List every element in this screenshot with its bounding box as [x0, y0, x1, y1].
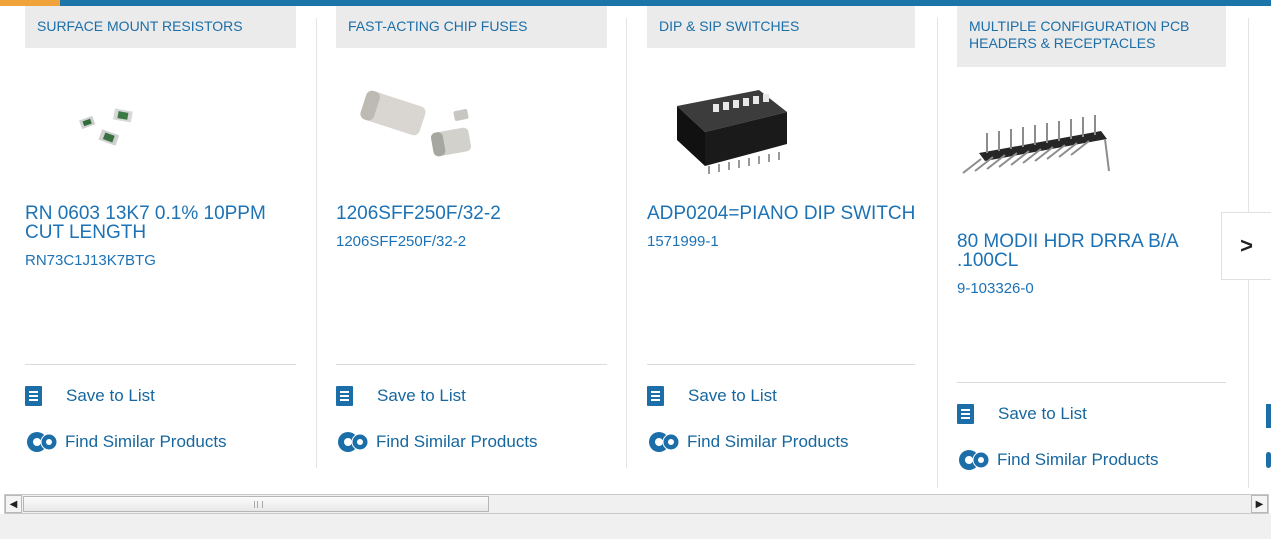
scroll-left-arrow[interactable]: ◀: [5, 495, 22, 513]
save-label: Save to List: [998, 404, 1087, 423]
find-similar-button[interactable]: Find Similar Products: [647, 430, 849, 454]
product-card: MULTIPLE CONFIGURATION PCB HEADERS & REC…: [957, 6, 1248, 470]
list-icon: [957, 404, 974, 424]
category-label[interactable]: DIP & SIP SWITCHES: [647, 6, 915, 48]
save-label: Save to List: [66, 386, 155, 405]
scroll-right-arrow[interactable]: ▶: [1251, 495, 1268, 513]
divider: [336, 364, 607, 365]
gears-icon: [336, 430, 370, 454]
product-image[interactable]: [25, 48, 316, 184]
category-label[interactable]: FAST-ACTING CHIP FUSES: [336, 6, 607, 48]
category-label[interactable]: SURFACE MOUNT RESISTORS: [25, 6, 296, 48]
partial-gears-icon: [1266, 452, 1271, 468]
product-card: FAST-ACTING CHIP FUSES 1206SFF250F/32-2 …: [336, 6, 627, 452]
save-to-list-button[interactable]: Save to List: [957, 404, 1087, 424]
carousel-next-button[interactable]: >: [1221, 212, 1271, 280]
save-to-list-button[interactable]: Save to List: [25, 386, 155, 406]
product-card: SURFACE MOUNT RESISTORS RN 0603 13K7 0.1…: [25, 6, 316, 452]
horizontal-scrollbar[interactable]: ◀ ▶: [4, 494, 1269, 514]
find-similar-button[interactable]: Find Similar Products: [336, 430, 538, 454]
similar-label: Find Similar Products: [65, 432, 227, 451]
save-to-list-button[interactable]: Save to List: [647, 386, 777, 406]
gears-icon: [25, 430, 59, 454]
product-carousel: SURFACE MOUNT RESISTORS RN 0603 13K7 0.1…: [0, 6, 1271, 490]
divider: [957, 382, 1226, 383]
chevron-right-icon: >: [1240, 233, 1253, 258]
find-similar-button[interactable]: Find Similar Products: [957, 448, 1159, 472]
list-icon: [25, 386, 42, 406]
list-icon: [336, 386, 353, 406]
card-separator: [937, 18, 938, 488]
product-title[interactable]: ADP0204=PIANO DIP SWITCH: [647, 204, 938, 223]
part-number[interactable]: 1206SFF250F/32-2: [336, 233, 627, 250]
save-to-list-button[interactable]: Save to List: [336, 386, 466, 406]
product-title[interactable]: 1206SFF250F/32-2: [336, 204, 627, 223]
save-label: Save to List: [688, 386, 777, 405]
list-icon: [647, 386, 664, 406]
fuse-image: [360, 90, 472, 157]
scrollbar-grip: [254, 501, 263, 508]
product-title[interactable]: RN 0603 13K7 0.1% 10PPM CUT LENGTH: [25, 204, 316, 242]
card-separator: [626, 18, 627, 468]
dip-switch-image: [677, 90, 787, 174]
similar-label: Find Similar Products: [376, 432, 538, 451]
part-number[interactable]: 9-103326-0: [957, 280, 1248, 297]
product-card: DIP & SIP SWITCHES ADP0204=PIANO DIP SWI…: [647, 6, 938, 452]
part-number[interactable]: 1571999-1: [647, 233, 938, 250]
category-label[interactable]: MULTIPLE CONFIGURATION PCB HEADERS & REC…: [957, 6, 1226, 67]
card-separator: [316, 18, 317, 468]
gears-icon: [957, 448, 991, 472]
save-label: Save to List: [377, 386, 466, 405]
product-title[interactable]: 80 MODII HDR DRRA B/A .100CL: [957, 232, 1248, 270]
product-image[interactable]: [957, 67, 1248, 212]
similar-label: Find Similar Products: [687, 432, 849, 451]
find-similar-button[interactable]: Find Similar Products: [25, 430, 227, 454]
footer-area: [0, 514, 1271, 539]
product-image[interactable]: [336, 48, 627, 184]
divider: [25, 364, 296, 365]
partial-list-icon: [1266, 404, 1271, 428]
divider: [647, 364, 915, 365]
scrollbar-thumb[interactable]: [23, 496, 489, 512]
product-image[interactable]: [647, 48, 938, 184]
gears-icon: [647, 430, 681, 454]
resistor-image: [79, 108, 133, 146]
similar-label: Find Similar Products: [997, 450, 1159, 469]
part-number[interactable]: RN73C1J13K7BTG: [25, 252, 316, 269]
header-connector-image: [962, 115, 1110, 174]
